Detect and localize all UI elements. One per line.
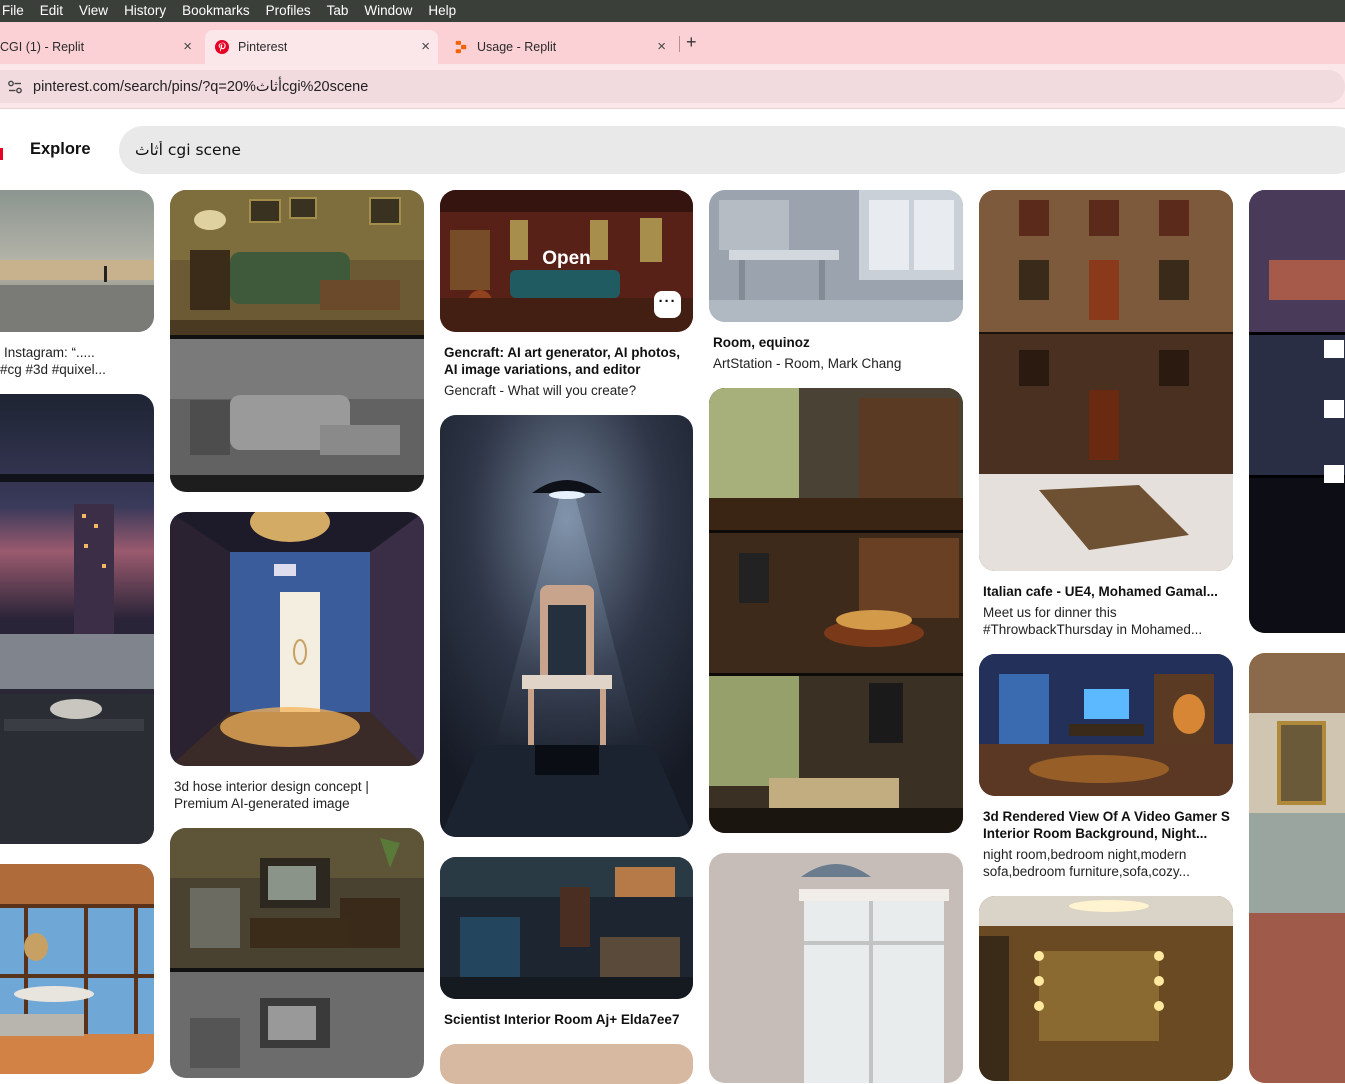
pin-image	[979, 896, 1233, 1081]
pin-image-white-room[interactable]	[709, 190, 963, 322]
pin-image	[0, 864, 154, 1074]
pin-title[interactable]: 3d Rendered View Of A Video Gamer S Inte…	[983, 808, 1231, 842]
pin-image	[0, 190, 154, 332]
search-input[interactable]	[135, 141, 735, 159]
pin-image-chair-spotlight[interactable]	[440, 415, 693, 837]
pin-image	[709, 190, 963, 322]
pinterest-logo-icon[interactable]	[0, 148, 3, 160]
address-bar: pinterest.com/search/pins/?q=20%أثاثcgi%…	[0, 64, 1345, 109]
search-bar[interactable]	[119, 126, 1345, 174]
pin-image	[170, 190, 424, 492]
menu-file[interactable]: File	[0, 0, 32, 22]
pin-image-vintage-room[interactable]	[1249, 653, 1345, 1083]
pinterest-header: Explore	[0, 110, 1345, 190]
menu-window[interactable]: Window	[356, 0, 420, 22]
menu-bar: File Edit View History Bookmarks Profile…	[0, 0, 1345, 22]
pin-subtitle[interactable]: Meet us for dinner this #ThrowbackThursd…	[983, 604, 1231, 638]
pin-image-italian-cafe[interactable]	[979, 190, 1233, 571]
pin-image-desert-view[interactable]	[0, 190, 154, 332]
menu-profiles[interactable]: Profiles	[258, 0, 319, 22]
pin-title[interactable]: Scientist Interior Room Aj+ Elda7ee7	[444, 1011, 692, 1028]
pin-subtitle[interactable]: #cg #3d #quixel...	[0, 361, 150, 378]
pin-image-colorful-living-room[interactable]: Open ···	[440, 190, 693, 332]
pinterest-logo-icon	[215, 40, 229, 54]
pin-image	[170, 828, 424, 1078]
menu-edit[interactable]: Edit	[32, 0, 71, 22]
pin-image	[1249, 190, 1345, 633]
pin-image-living-room-render[interactable]	[170, 190, 424, 492]
pin-image	[170, 512, 424, 766]
pin-image-library-pancakes[interactable]	[709, 388, 963, 833]
new-tab-button[interactable]: +	[686, 31, 697, 53]
pin-image-gamer-room[interactable]	[979, 654, 1233, 796]
pin-image	[1249, 653, 1345, 1083]
pin-image-dressing-room[interactable]	[979, 896, 1233, 1081]
open-pin-label[interactable]: Open	[440, 248, 693, 270]
site-settings-icon[interactable]	[6, 78, 24, 96]
tab-separator	[679, 36, 680, 52]
menu-help[interactable]: Help	[420, 0, 464, 22]
replit-logo-icon	[455, 40, 467, 54]
tab-title: Pinterest	[238, 40, 288, 54]
menu-bookmarks[interactable]: Bookmarks	[174, 0, 258, 22]
pin-image	[440, 415, 693, 837]
menu-tab[interactable]: Tab	[319, 0, 357, 22]
pin-image	[440, 857, 693, 999]
tab-usage-replit[interactable]: Usage - Replit ×	[444, 30, 674, 64]
more-options-button[interactable]: ···	[654, 291, 681, 318]
pin-image-partial[interactable]	[440, 1044, 693, 1084]
pin-title[interactable]: Room, equinoz	[713, 334, 961, 351]
tab-title: CGI (1) - Replit	[0, 40, 85, 54]
menu-view[interactable]: View	[71, 0, 116, 22]
pin-title[interactable]: 3d hose interior design concept | Premiu…	[174, 778, 422, 812]
pin-caption: 3d Rendered View Of A Video Gamer S Inte…	[983, 808, 1231, 880]
pin-caption: Scientist Interior Room Aj+ Elda7ee7	[444, 1011, 692, 1028]
tab-close-button[interactable]: ×	[657, 39, 666, 55]
pin-image	[0, 394, 154, 844]
pin-title[interactable]: Italian cafe - UE4, Mohamed Gamal...	[983, 583, 1231, 600]
tab-close-button[interactable]: ×	[421, 39, 430, 55]
pin-title[interactable]: Instagram: “.....	[0, 344, 150, 361]
tab-cgi-replit[interactable]: CGI (1) - Replit ×	[0, 30, 200, 64]
pin-subtitle[interactable]: ArtStation - Room, Mark Chang	[713, 355, 961, 372]
pin-image-hallway-door[interactable]	[170, 512, 424, 766]
pin-image	[709, 853, 963, 1083]
pin-image-bedroom-night[interactable]	[1249, 190, 1345, 633]
pin-image-retro-tv-room[interactable]	[170, 828, 424, 1078]
pin-caption: 3d hose interior design concept | Premiu…	[174, 778, 422, 812]
pin-image	[979, 190, 1233, 571]
menu-history[interactable]: History	[116, 0, 174, 22]
pin-caption: Gencraft: AI art generator, AI photos, A…	[444, 344, 692, 399]
url-text[interactable]: pinterest.com/search/pins/?q=20%أثاثcgi%…	[33, 79, 368, 95]
pin-image	[979, 654, 1233, 796]
pin-caption: Italian cafe - UE4, Mohamed Gamal... Mee…	[983, 583, 1231, 638]
pin-caption: Room, equinoz ArtStation - Room, Mark Ch…	[713, 334, 961, 372]
tab-pinterest[interactable]: Pinterest ×	[205, 30, 438, 64]
tab-title: Usage - Replit	[477, 40, 557, 54]
pin-image	[709, 388, 963, 833]
pin-image-scientist-room[interactable]	[440, 857, 693, 999]
pin-image-white-window[interactable]	[709, 853, 963, 1083]
pin-title[interactable]: Gencraft: AI art generator, AI photos, A…	[444, 344, 692, 378]
pin-image	[440, 1044, 693, 1084]
pin-image-city-night-room[interactable]	[0, 394, 154, 844]
pin-caption: Instagram: “..... #cg #3d #quixel...	[0, 344, 150, 378]
explore-link[interactable]: Explore	[30, 140, 91, 159]
omnibox[interactable]: pinterest.com/search/pins/?q=20%أثاثcgi%…	[0, 70, 1345, 103]
tab-strip: CGI (1) - Replit × Pinterest × Usage - R…	[0, 22, 1345, 64]
pin-subtitle[interactable]: night room,bedroom night,modern sofa,bed…	[983, 846, 1231, 880]
pin-subtitle[interactable]: Gencraft - What will you create?	[444, 382, 692, 399]
tab-close-button[interactable]: ×	[183, 39, 192, 55]
pin-image-sunroom[interactable]	[0, 864, 154, 1074]
